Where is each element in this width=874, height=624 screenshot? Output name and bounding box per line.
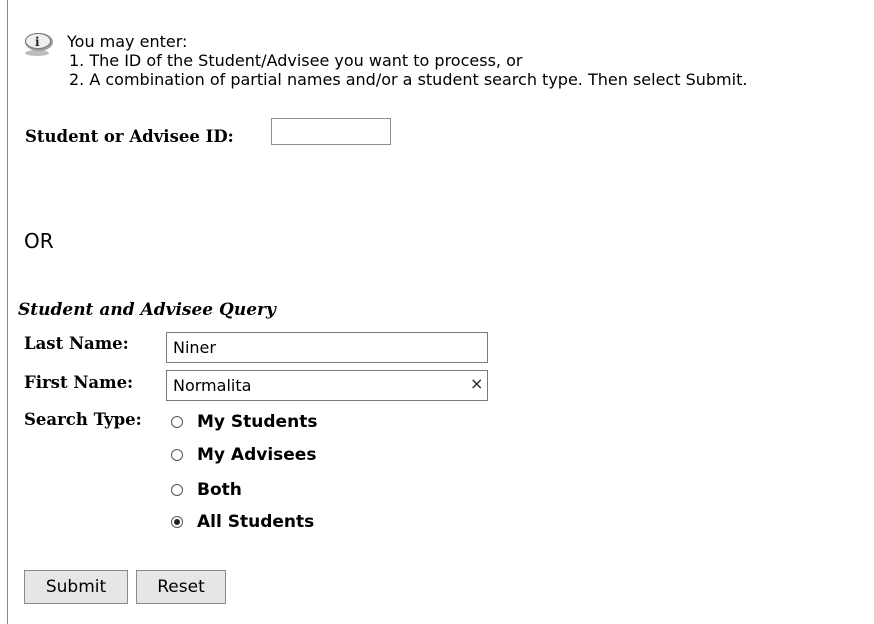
radio-both[interactable]: Both bbox=[171, 476, 242, 504]
frame-border bbox=[7, 0, 8, 624]
student-id-row: Student or Advisee ID: bbox=[25, 118, 391, 146]
last-name-label: Last Name: bbox=[24, 334, 129, 353]
radio-button[interactable] bbox=[171, 416, 183, 428]
radio-my-advisees[interactable]: My Advisees bbox=[171, 441, 316, 469]
first-name-input[interactable] bbox=[166, 370, 488, 401]
student-id-input[interactable] bbox=[271, 118, 391, 145]
radio-label: My Students bbox=[197, 412, 318, 432]
query-section-title: Student and Advisee Query bbox=[18, 300, 276, 320]
or-separator: OR bbox=[24, 229, 54, 253]
student-id-label: Student or Advisee ID: bbox=[25, 127, 234, 146]
reset-button[interactable]: Reset bbox=[136, 570, 226, 604]
first-name-label: First Name: bbox=[24, 373, 134, 392]
radio-label: All Students bbox=[197, 512, 315, 532]
search-type-label: Search Type: bbox=[24, 410, 142, 429]
radio-label: My Advisees bbox=[197, 445, 317, 465]
radio-button-selected[interactable] bbox=[171, 516, 183, 528]
submit-button[interactable]: Submit bbox=[24, 570, 128, 604]
instruction-line-2: 1. The ID of the Student/Advisee you wan… bbox=[69, 51, 523, 70]
radio-button[interactable] bbox=[171, 484, 183, 496]
radio-all-students[interactable]: All Students bbox=[171, 508, 314, 536]
instruction-line-1: You may enter: bbox=[67, 32, 188, 51]
radio-label: Both bbox=[197, 480, 242, 500]
svg-text:i: i bbox=[35, 35, 40, 49]
radio-my-students[interactable]: My Students bbox=[171, 408, 317, 436]
clear-icon[interactable]: × bbox=[470, 372, 483, 396]
info-icon: i bbox=[25, 33, 53, 56]
last-name-input[interactable] bbox=[166, 332, 488, 363]
instruction-line-3: 2. A combination of partial names and/or… bbox=[69, 70, 748, 89]
radio-button[interactable] bbox=[171, 449, 183, 461]
